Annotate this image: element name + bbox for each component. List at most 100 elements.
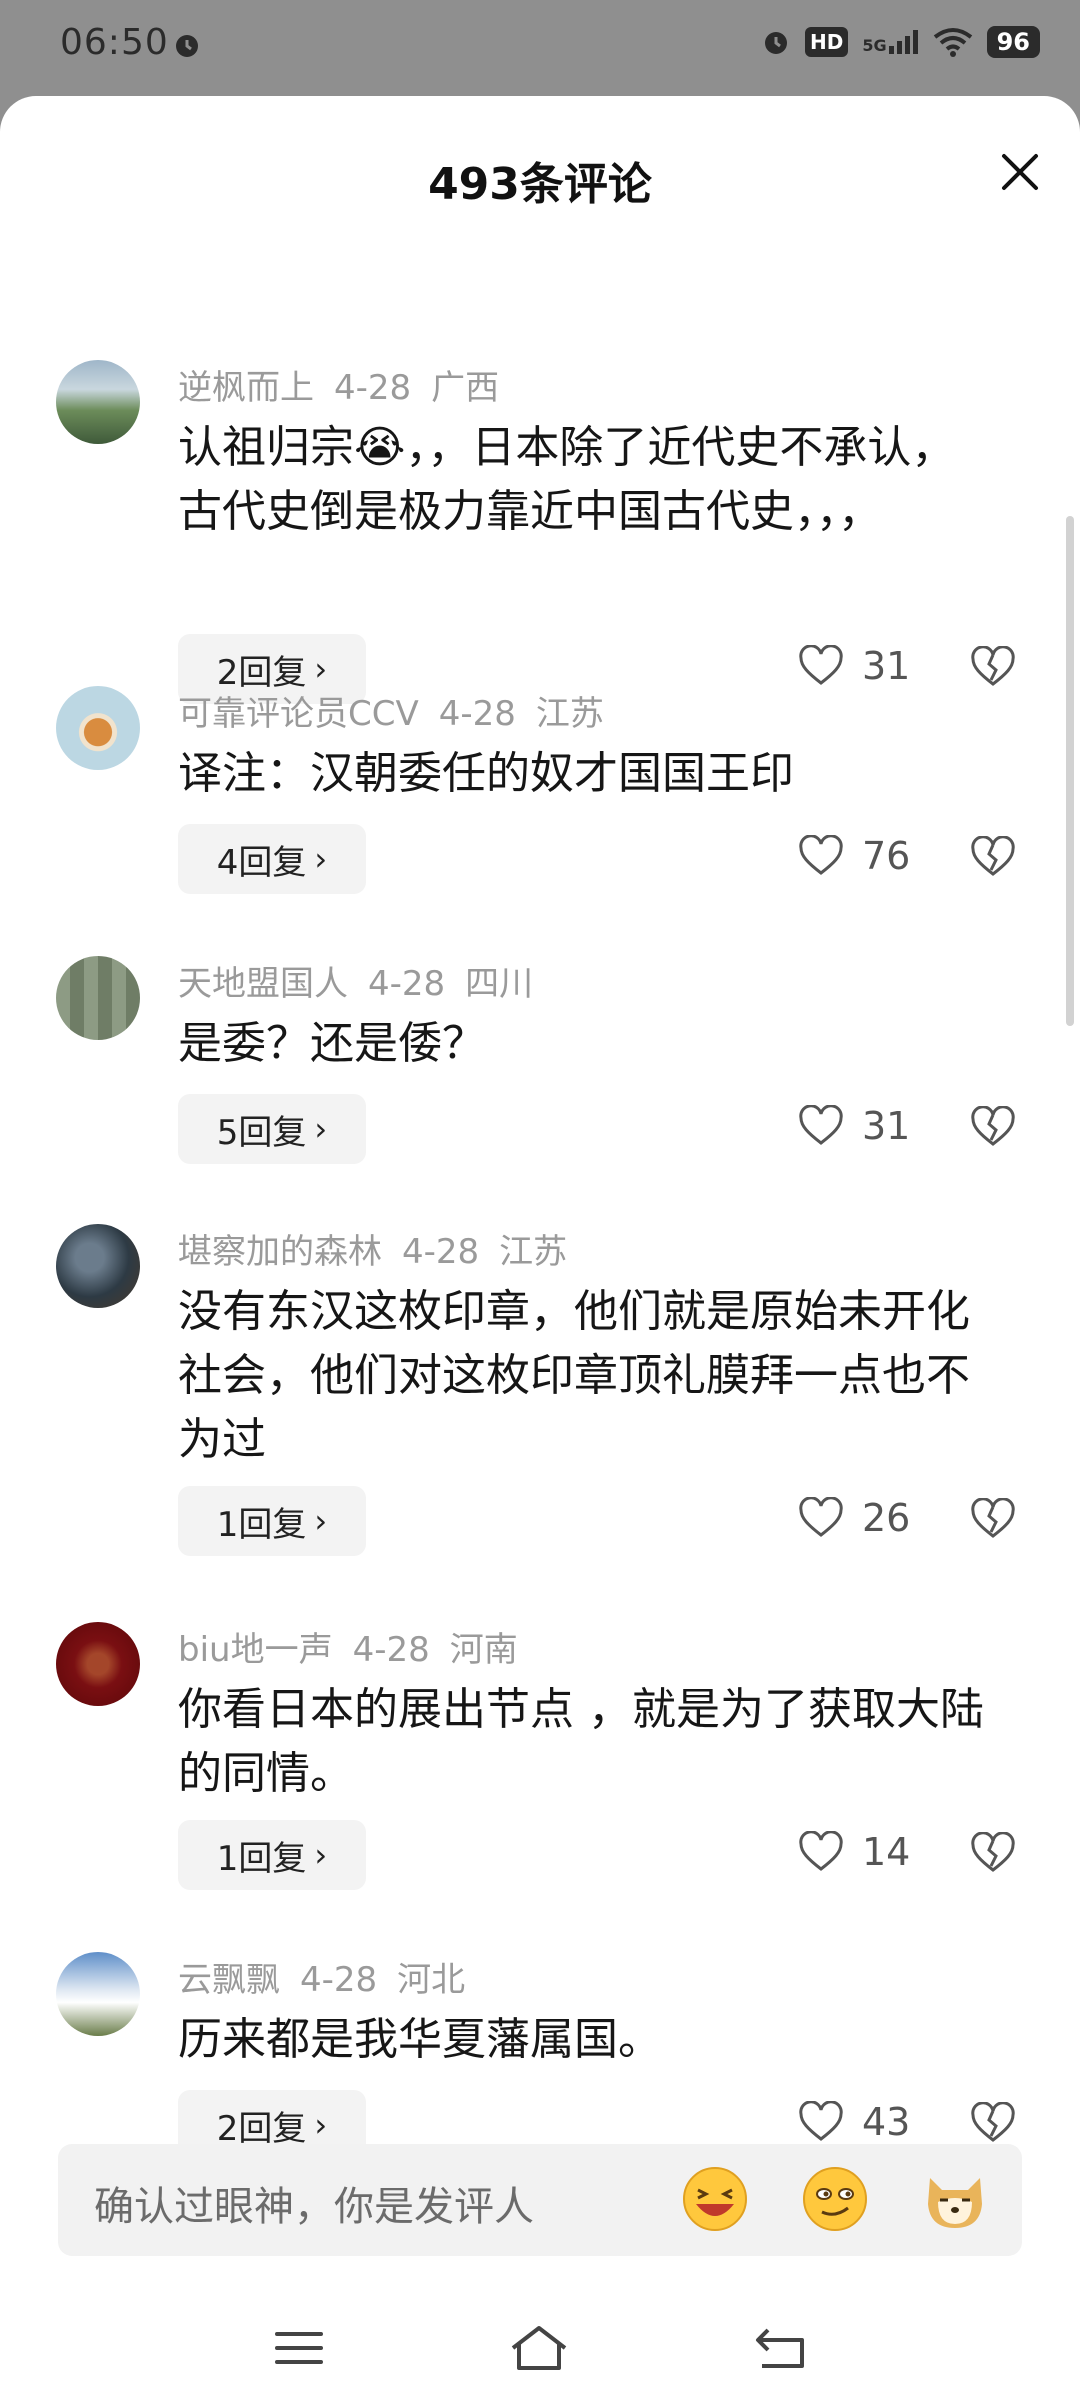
- comment-text: 认祖归宗😭，，日本除了近代史不承认，古代史倒是极力靠近中国古代史，，，: [178, 422, 956, 537]
- smug-emoji-icon[interactable]: [800, 2164, 870, 2234]
- chevron-right-icon: ›: [314, 1836, 328, 1874]
- comment-text: 没有东汉这枚印章，他们就是原始未开化社会，他们对这枚印章顶礼膜拜一点也不为过: [178, 1286, 970, 1465]
- cellular-signal-icon: 5G: [862, 30, 918, 54]
- comment-username[interactable]: biu地一声: [178, 1630, 333, 1670]
- comment-region: 江苏: [499, 1232, 568, 1272]
- broken-heart-icon: [971, 1831, 1015, 1872]
- broken-heart-icon: [971, 1105, 1015, 1146]
- status-time: 06:50: [60, 22, 169, 63]
- comment-meta: 堪察加的森林 4-28 江苏: [178, 1224, 587, 1273]
- dislike-button[interactable]: [970, 645, 1016, 692]
- nav-home-button[interactable]: [504, 2318, 574, 2378]
- heart-icon: [799, 1497, 843, 1537]
- reply-count: 1回复: [216, 1838, 307, 1879]
- broken-heart-icon: [971, 645, 1015, 686]
- view-replies-button[interactable]: 4回复 ›: [178, 824, 366, 894]
- laughing-emoji-icon[interactable]: [680, 2164, 750, 2234]
- close-button[interactable]: [988, 140, 1052, 204]
- comment-username[interactable]: 可靠评论员CCV: [178, 694, 419, 734]
- alarm-clock-icon: [764, 32, 787, 54]
- comment-region: 广西: [431, 368, 500, 408]
- comment-region: 四川: [465, 964, 534, 1004]
- like-button[interactable]: 76: [798, 834, 910, 878]
- reply-count: 4回复: [216, 842, 307, 883]
- menu-icon: [275, 2332, 323, 2364]
- battery-indicator: 96: [986, 26, 1040, 58]
- dislike-button[interactable]: [970, 835, 1016, 882]
- heart-icon: [799, 645, 843, 685]
- comment-region: 河南: [449, 1630, 518, 1670]
- comment-date: 4-28: [402, 1232, 480, 1272]
- comment-list: 逆枫而上 4-28 广西 认祖归宗😭，，日本除了近代史不承认，古代史倒是极力靠近中国…: [0, 256, 1080, 2214]
- comment-username[interactable]: 逆枫而上: [178, 368, 314, 408]
- comment-meta: 逆枫而上 4-28 广西: [178, 360, 519, 409]
- comment-username[interactable]: 堪察加的森林: [178, 1232, 382, 1272]
- status-bar: 06:50 HD 5G 96: [0, 0, 1080, 96]
- chevron-right-icon: ›: [314, 2106, 328, 2144]
- reply-count: 5回复: [216, 1112, 307, 1153]
- view-replies-button[interactable]: 1回复 ›: [178, 1486, 366, 1556]
- comment-region: 河北: [397, 1960, 466, 2000]
- avatar[interactable]: [56, 956, 140, 1040]
- like-count: 76: [862, 834, 911, 878]
- broken-heart-icon: [971, 1497, 1015, 1538]
- broken-heart-icon: [971, 2101, 1015, 2142]
- close-icon: [1002, 154, 1038, 190]
- avatar[interactable]: [56, 1224, 140, 1308]
- reply-count: 1回复: [216, 1504, 307, 1545]
- dislike-button[interactable]: [970, 1497, 1016, 1544]
- like-button[interactable]: 43: [798, 2100, 910, 2144]
- like-count: 43: [862, 2100, 911, 2144]
- reply-count: 2回复: [216, 2108, 307, 2149]
- comment-region: 江苏: [535, 694, 604, 734]
- heart-icon: [799, 1831, 843, 1871]
- view-replies-button[interactable]: 1回复 ›: [178, 1820, 366, 1890]
- avatar[interactable]: [56, 1952, 140, 2036]
- comment-date: 4-28: [352, 1630, 430, 1670]
- status-icons: HD 5G 96: [761, 26, 1040, 58]
- system-nav-bar: [0, 2290, 1080, 2404]
- like-button[interactable]: 26: [798, 1496, 910, 1540]
- chevron-right-icon: ›: [314, 840, 328, 878]
- like-button[interactable]: 31: [798, 644, 910, 688]
- comment-input-placeholder: 确认过眼神，你是发评人: [94, 2184, 534, 2230]
- dislike-button[interactable]: [970, 1105, 1016, 1152]
- comment-date: 4-28: [438, 694, 516, 734]
- comment-username[interactable]: 天地盟国人: [178, 964, 348, 1004]
- comment-username[interactable]: 云飘飘: [178, 1960, 280, 2000]
- home-icon: [511, 2326, 567, 2370]
- like-count: 31: [862, 1104, 911, 1148]
- comment-meta: biu地一声 4-28 河南: [178, 1622, 538, 1671]
- avatar[interactable]: [56, 360, 140, 444]
- comment-text: 译注：汉朝委任的奴才国国王印: [178, 748, 794, 799]
- like-count: 31: [862, 644, 911, 688]
- back-icon: [756, 2328, 804, 2368]
- dislike-button[interactable]: [970, 1831, 1016, 1878]
- avatar[interactable]: [56, 1622, 140, 1706]
- chevron-right-icon: ›: [314, 1502, 328, 1540]
- dislike-button[interactable]: [970, 2101, 1016, 2148]
- comment-input[interactable]: 确认过眼神，你是发评人: [58, 2144, 1022, 2256]
- like-count: 26: [862, 1496, 911, 1540]
- broken-heart-icon: [971, 835, 1015, 876]
- like-button[interactable]: 14: [798, 1830, 910, 1874]
- network-type: 5G: [862, 36, 887, 55]
- chevron-right-icon: ›: [314, 650, 328, 688]
- alarm-clock-icon: [176, 35, 198, 57]
- comment-sheet: 493条评论 逆枫而上 4-28 广西 认祖归宗😭，，日本除了近代史不承认，古代史倒…: [0, 96, 1080, 2404]
- avatar[interactable]: [56, 686, 140, 770]
- view-replies-button[interactable]: 5回复 ›: [178, 1094, 366, 1164]
- comment-meta: 天地盟国人 4-28 四川: [178, 956, 553, 1005]
- heart-icon: [799, 835, 843, 875]
- nav-menu-button[interactable]: [264, 2318, 334, 2378]
- comment-text: 是委？还是倭？: [178, 1018, 486, 1069]
- comment-meta: 可靠评论员CCV 4-28 江苏: [178, 686, 624, 735]
- like-button[interactable]: 31: [798, 1104, 910, 1148]
- comment-meta: 云飘飘 4-28 河北: [178, 1952, 485, 2001]
- heart-icon: [799, 1105, 843, 1145]
- nav-back-button[interactable]: [746, 2318, 816, 2378]
- chevron-right-icon: ›: [314, 1110, 328, 1148]
- wifi-icon: [933, 28, 972, 57]
- comment-text: 历来都是我华夏藩属国。: [178, 2014, 662, 2065]
- doge-emoji-icon[interactable]: [920, 2164, 990, 2234]
